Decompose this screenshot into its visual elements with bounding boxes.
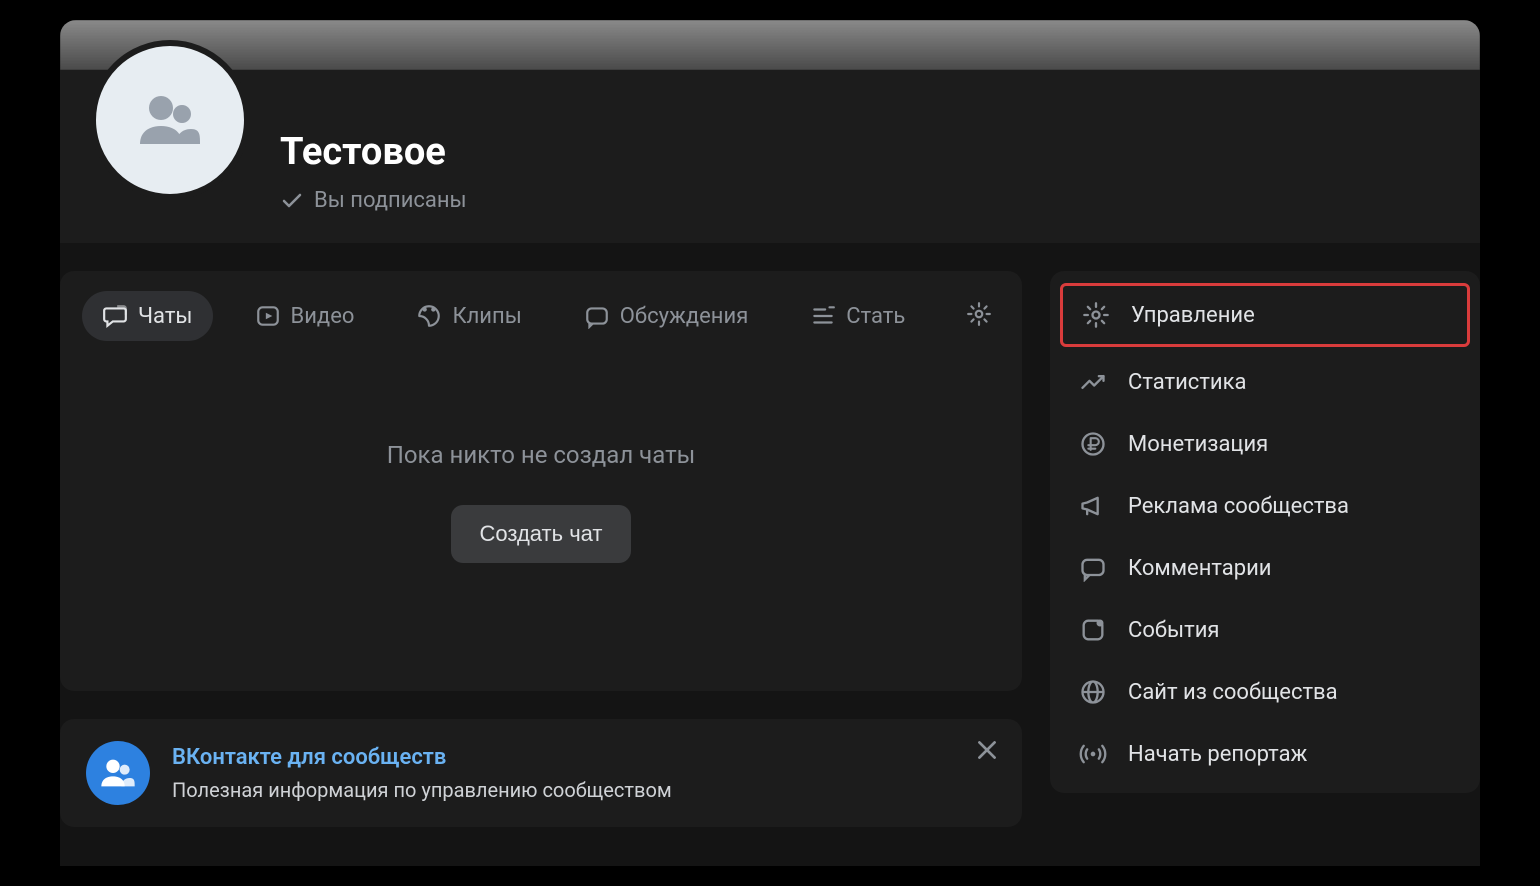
gear-icon bbox=[1081, 300, 1111, 330]
subscribed-status[interactable]: Вы подписаны bbox=[280, 188, 1450, 213]
sidebar-item-website[interactable]: Сайт из сообщества bbox=[1050, 661, 1480, 723]
promo-card[interactable]: ВКонтакте для сообществ Полезная информа… bbox=[60, 719, 1022, 827]
clips-icon bbox=[416, 303, 442, 329]
promo-title: ВКонтакте для сообществ bbox=[172, 745, 672, 770]
tab-chats[interactable]: Чаты bbox=[82, 291, 213, 341]
broadcast-icon bbox=[1078, 739, 1108, 769]
sidebar-item-label: События bbox=[1128, 618, 1219, 643]
comment-icon bbox=[1078, 553, 1108, 583]
sidebar-item-events[interactable]: События bbox=[1050, 599, 1480, 661]
globe-icon bbox=[1078, 677, 1108, 707]
promo-subtitle: Полезная информация по управлению сообще… bbox=[172, 778, 672, 802]
empty-text: Пока никто не создал чаты bbox=[82, 441, 1000, 469]
content-card: Чаты Видео Клипы Обсуждения bbox=[60, 271, 1022, 691]
tab-video[interactable]: Видео bbox=[235, 291, 375, 341]
sidebar-item-label: Монетизация bbox=[1128, 432, 1268, 457]
sidebar-item-label: Статистика bbox=[1128, 370, 1246, 395]
article-icon bbox=[810, 303, 836, 329]
sidebar-item-statistics[interactable]: Статистика bbox=[1050, 351, 1480, 413]
highlight-management: Управление bbox=[1060, 283, 1470, 347]
tabs-settings-button[interactable] bbox=[958, 293, 1000, 339]
sidebar-item-label: Реклама сообщества bbox=[1128, 494, 1349, 519]
sidebar-item-label: Комментарии bbox=[1128, 556, 1272, 581]
play-icon bbox=[255, 303, 281, 329]
tab-clips[interactable]: Клипы bbox=[396, 291, 541, 341]
sidebar-item-label: Сайт из сообщества bbox=[1128, 680, 1338, 705]
megaphone-icon bbox=[1078, 491, 1108, 521]
chat-icon bbox=[102, 303, 128, 329]
tab-articles[interactable]: Стать bbox=[790, 291, 925, 341]
people-icon bbox=[134, 84, 206, 156]
promo-avatar bbox=[86, 741, 150, 805]
tabs-bar: Чаты Видео Клипы Обсуждения bbox=[82, 291, 1000, 341]
community-avatar[interactable] bbox=[90, 40, 250, 200]
empty-state: Пока никто не создал чаты Создать чат bbox=[82, 341, 1000, 563]
people-icon bbox=[98, 753, 138, 793]
community-header: Тестовое Вы подписаны bbox=[60, 70, 1480, 243]
sidebar-item-monetization[interactable]: Монетизация bbox=[1050, 413, 1480, 475]
notification-icon bbox=[1078, 615, 1108, 645]
stats-icon bbox=[1078, 367, 1108, 397]
close-icon bbox=[974, 737, 1000, 763]
discussion-icon bbox=[584, 303, 610, 329]
sidebar-item-broadcast[interactable]: Начать репортаж bbox=[1050, 723, 1480, 785]
gear-icon bbox=[966, 301, 992, 327]
check-icon bbox=[280, 189, 304, 213]
sidebar-item-advertising[interactable]: Реклама сообщества bbox=[1050, 475, 1480, 537]
cover-image bbox=[60, 20, 1480, 70]
sidebar-item-comments[interactable]: Комментарии bbox=[1050, 537, 1480, 599]
tab-discussions[interactable]: Обсуждения bbox=[564, 291, 769, 341]
ruble-icon bbox=[1078, 429, 1108, 459]
subscribed-label: Вы подписаны bbox=[314, 188, 467, 213]
sidebar-menu: Управление Статистика Монетизация Реклам… bbox=[1050, 271, 1480, 793]
create-chat-button[interactable]: Создать чат bbox=[451, 505, 630, 563]
community-title: Тестовое bbox=[280, 130, 1450, 174]
sidebar-item-label: Начать репортаж bbox=[1128, 742, 1307, 767]
promo-close-button[interactable] bbox=[974, 737, 1000, 767]
sidebar-item-label: Управление bbox=[1131, 303, 1255, 328]
sidebar-item-management[interactable]: Управление bbox=[1063, 286, 1467, 344]
